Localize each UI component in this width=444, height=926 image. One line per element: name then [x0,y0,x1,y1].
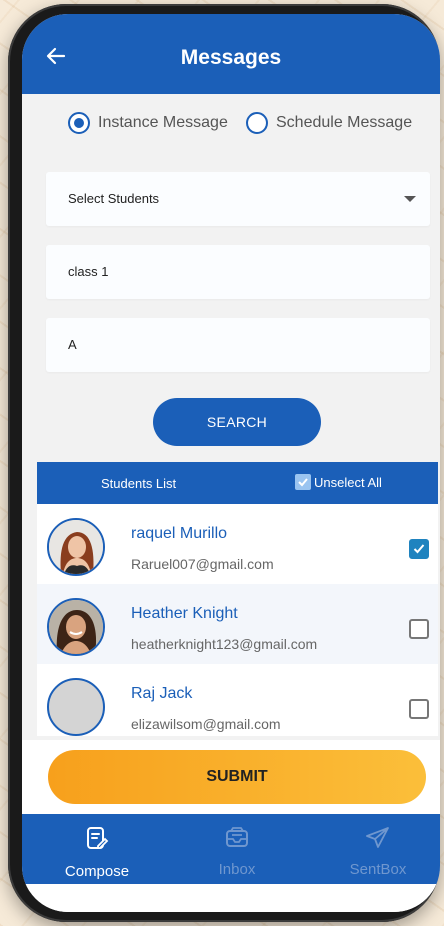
page-title: Messages [180,46,282,69]
students-list-title: Students List [101,476,177,491]
student-email: Raruel007@gmail.com [131,556,274,572]
app-header: Messages [22,14,440,94]
radio-label: Instance Message [98,114,228,131]
search-button[interactable]: SEARCH [153,398,321,446]
student-checkbox-checked[interactable] [409,539,429,559]
avatar [47,518,105,576]
student-email: elizawilsom@gmail.com [131,716,281,732]
student-name: raquel Murillo [131,525,228,542]
student-name: Heather Knight [131,605,238,622]
nav-label: Inbox [218,861,256,878]
students-list-header: Students List Unselect All [37,462,438,504]
phone-frame: Messages Instance Message Schedule Messa… [8,4,440,922]
inbox-icon [224,827,250,854]
message-type-group: Instance Message Schedule Message [22,112,440,140]
section-value: A [68,337,77,352]
list-item[interactable]: Heather Knight heatherknight123@gmail.co… [37,584,438,664]
schedule-message-radio[interactable]: Schedule Message [246,112,412,134]
list-item[interactable]: Raj Jack elizawilsom@gmail.com [37,664,438,744]
compose-icon [85,827,109,856]
student-checkbox[interactable] [409,699,429,719]
students-list: raquel Murillo Raruel007@gmail.com Heath… [37,504,438,736]
system-bar [22,884,440,912]
app-screen: Messages Instance Message Schedule Messa… [22,14,440,912]
list-item[interactable]: raquel Murillo Raruel007@gmail.com [37,504,438,584]
unselect-all-toggle[interactable]: Unselect All [295,474,382,490]
nav-sentbox[interactable]: SentBox [328,826,428,878]
nav-label: Compose [64,863,130,880]
nav-compose[interactable]: Compose [47,826,147,880]
unselect-all-label: Unselect All [314,474,382,490]
send-icon [365,827,391,854]
nav-label: SentBox [349,861,407,878]
dropdown-caret-icon [404,196,416,202]
dropdown-value: Select Students [68,191,160,206]
radio-unselected-icon [246,112,268,134]
submit-area: SUBMIT [22,740,440,820]
instance-message-radio[interactable]: Instance Message [68,112,228,134]
student-checkbox[interactable] [409,619,429,639]
submit-button[interactable]: SUBMIT [48,750,426,804]
nav-inbox[interactable]: Inbox [187,826,287,878]
bottom-nav: Compose Inbox SentBox [22,814,440,884]
class-value: class 1 [68,264,109,279]
avatar-placeholder [47,678,105,736]
avatar [47,598,105,656]
student-email: heatherknight123@gmail.com [131,636,318,652]
student-name: Raj Jack [131,685,193,702]
radio-label: Schedule Message [276,114,413,131]
section-field[interactable]: A [46,318,430,372]
select-students-dropdown[interactable]: Select Students [46,172,430,226]
radio-selected-icon [68,112,90,134]
class-field[interactable]: class 1 [46,245,430,299]
checkbox-checked-icon [295,474,311,490]
